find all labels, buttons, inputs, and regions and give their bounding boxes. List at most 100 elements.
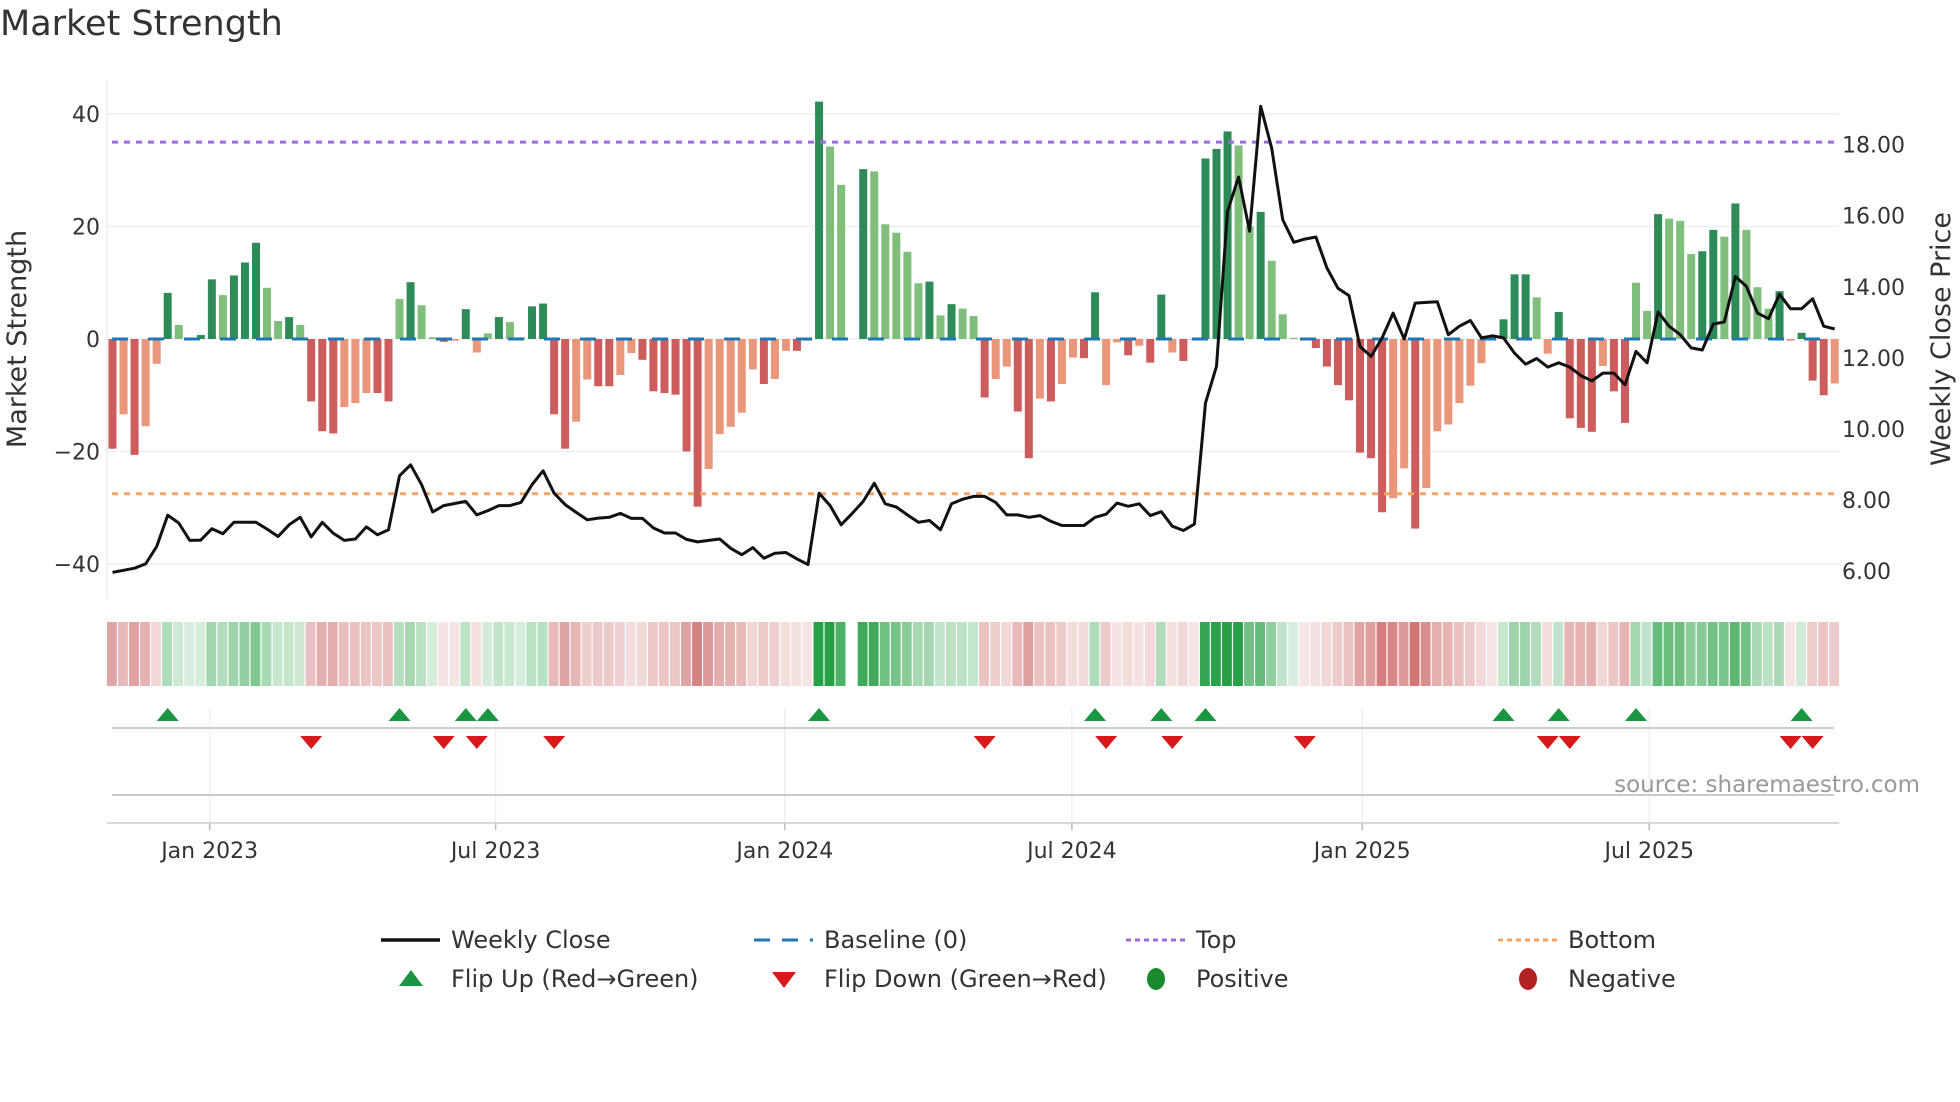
strength-strip-cell (1718, 622, 1729, 686)
strength-bar (539, 303, 548, 339)
strength-bar (770, 339, 779, 379)
strength-bar (682, 339, 691, 452)
strength-strip-cell (1199, 622, 1210, 686)
strength-strip-cell (360, 622, 371, 686)
strength-bar (152, 339, 161, 364)
strength-bar (505, 322, 514, 339)
strength-bar (561, 339, 570, 449)
strength-bar (1455, 339, 1464, 404)
strength-strip-cell (1100, 622, 1111, 686)
strength-strip-cell (1464, 622, 1475, 686)
flip-up-marker (454, 708, 477, 721)
strength-strip-cell (1575, 622, 1586, 686)
strength-strip-cell (813, 622, 824, 686)
strength-bar (892, 232, 901, 339)
strength-strip-cell (1586, 622, 1597, 686)
strength-strip-cell (129, 622, 139, 686)
strength-bar (1113, 339, 1122, 343)
strength-bar (1687, 254, 1696, 339)
strength-strip-cell (934, 622, 945, 686)
strength-strip-cell (394, 622, 404, 686)
strength-bar (1068, 339, 1077, 358)
strength-strip-cell (946, 622, 956, 686)
strength-strip-cell (1067, 622, 1078, 686)
strength-strip-cell (1332, 622, 1343, 686)
strength-bar (715, 339, 724, 435)
legend-label: Weekly Close (451, 926, 611, 954)
strength-bar (207, 279, 216, 339)
strength-strip-cell (382, 622, 393, 686)
strength-bar (373, 339, 382, 393)
strength-strip-cell (835, 622, 846, 686)
strength-bar (1046, 339, 1055, 402)
strength-bar (1609, 339, 1618, 392)
strength-strip-cell (1398, 622, 1409, 686)
strength-strip-cell (1641, 622, 1652, 686)
strength-strip-cell (1652, 622, 1663, 686)
strength-strip-cell (294, 622, 305, 686)
strength-strip-cell (1564, 622, 1575, 686)
strength-strip-cell (283, 622, 294, 686)
strength-bar (1411, 339, 1420, 529)
x-tick-label: Jan 2024 (734, 839, 833, 864)
strength-strip-cell (824, 622, 835, 686)
strength-bar (1179, 339, 1188, 361)
strength-bar (384, 339, 393, 402)
strength-strip-cell (1034, 622, 1045, 686)
strength-bar (263, 287, 272, 339)
strength-strip-cell (438, 622, 449, 686)
strength-bar (472, 339, 481, 353)
strength-strip-cell (106, 622, 117, 686)
strength-strip-cell (1674, 622, 1685, 686)
strength-bar (936, 315, 945, 339)
strength-strip-cell (647, 622, 658, 686)
strength-bar (1466, 339, 1475, 386)
strength-strip-cell (1266, 622, 1277, 686)
x-tick-label: Jul 2025 (1603, 839, 1695, 864)
strength-strip-cell (1210, 622, 1221, 686)
flip-down-marker (465, 736, 488, 749)
strength-strip-cell (1277, 622, 1288, 686)
strength-strip-cell (1829, 622, 1840, 686)
strength-strip-cell (250, 622, 261, 686)
strength-bar (417, 305, 426, 339)
strength-strip-cell (1740, 622, 1751, 686)
strength-bar (815, 101, 824, 339)
strength-bar (1819, 339, 1828, 396)
strength-bar (1543, 339, 1552, 354)
y2-tick-label: 16.00 (1842, 205, 1905, 230)
strength-strip-cell (1133, 622, 1144, 686)
strength-bar (229, 275, 238, 339)
strength-bar (130, 339, 139, 455)
strength-strip-cell (1244, 622, 1254, 686)
strength-strip-cell (162, 622, 173, 686)
source-label: source: sharemaestro.com (1614, 772, 1920, 798)
y2-axis-label: Weekly Close Price (1926, 212, 1957, 466)
strength-strip-cell (1023, 622, 1034, 686)
flip-up-marker (388, 708, 411, 721)
x-tick-label: Jul 2023 (449, 839, 541, 864)
strength-strip-cell (625, 622, 636, 686)
strength-bar (1002, 339, 1011, 367)
strength-bar (274, 321, 283, 339)
strength-strip-cell (151, 622, 161, 686)
y2-tick-label: 18.00 (1842, 134, 1905, 159)
strength-bar (1389, 339, 1398, 499)
legend-item-negative: Negative (1519, 965, 1676, 993)
strength-bar (240, 262, 249, 339)
strength-strip-cell (1619, 622, 1630, 686)
strength-bar (174, 324, 183, 339)
strength-strip-cell (1255, 622, 1265, 686)
strength-strip-cell (614, 622, 625, 686)
strength-bar (1234, 145, 1243, 339)
strength-bar (1146, 339, 1155, 363)
strength-strip-cell (603, 622, 614, 686)
strength-strip-cell (1409, 622, 1420, 686)
strength-bar (1830, 339, 1839, 384)
strength-strip-cell (1299, 622, 1310, 686)
legend-label: Positive (1196, 965, 1289, 993)
strength-bar (1135, 339, 1144, 346)
strength-strip-cell (338, 622, 349, 686)
strength-bar (1168, 339, 1177, 353)
strength-strip-cell (1001, 622, 1012, 686)
